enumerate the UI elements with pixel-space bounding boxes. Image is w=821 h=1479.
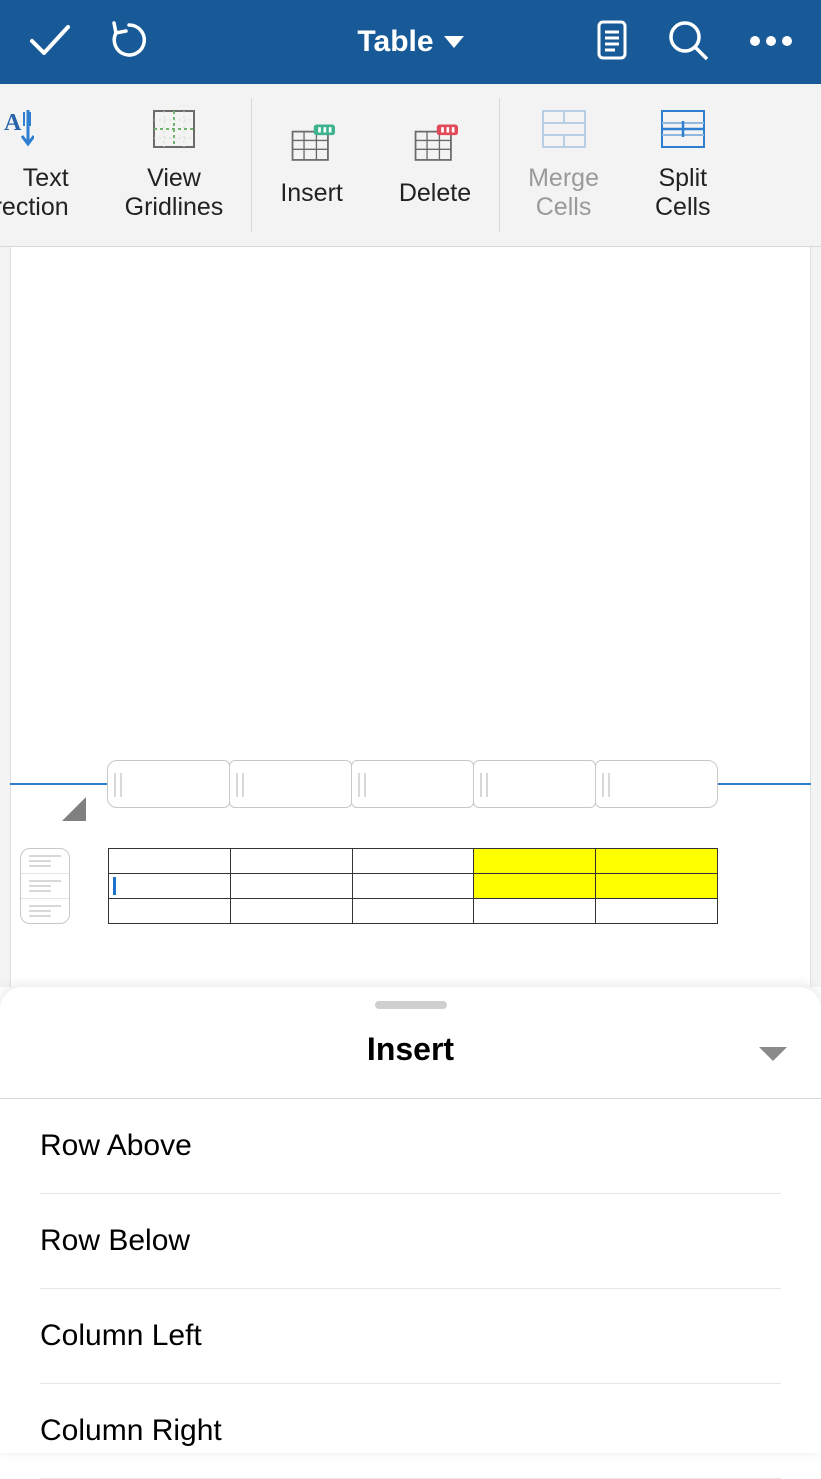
row-handles[interactable] [20, 848, 70, 924]
table-cell[interactable] [109, 849, 231, 874]
search-icon[interactable] [667, 19, 709, 66]
undo-icon[interactable] [108, 19, 150, 66]
view-gridlines-button[interactable]: View Gridlines [97, 84, 252, 246]
insert-table-icon [289, 123, 335, 165]
column-handle[interactable] [229, 760, 352, 808]
chevron-down-icon [444, 36, 464, 48]
table-cell[interactable] [109, 874, 231, 899]
view-gridlines-label-2: Gridlines [125, 193, 224, 222]
sheet-option[interactable]: Column Left [40, 1289, 781, 1384]
table-cell[interactable] [596, 849, 718, 874]
table-row[interactable] [109, 849, 718, 874]
sheet-option[interactable]: Row Above [40, 1099, 781, 1194]
table-cell[interactable] [474, 849, 596, 874]
row-handle[interactable] [21, 849, 69, 873]
sheet-grabber[interactable] [375, 1001, 447, 1009]
split-cells-label-2: Cells [655, 193, 711, 222]
merge-cells-button: Merge Cells [500, 84, 627, 246]
titlebar: Table [0, 0, 821, 84]
table-cell[interactable] [352, 899, 474, 924]
table-cell[interactable] [596, 874, 718, 899]
ribbon: A Text Direction View Gridlines Insert D… [0, 84, 821, 247]
split-cells-button[interactable]: Split Cells [627, 84, 739, 246]
view-gridlines-label-1: View [125, 164, 224, 193]
view-gridlines-icon [151, 108, 197, 150]
sheet-option[interactable]: Row Below [40, 1194, 781, 1289]
merge-cells-icon [541, 108, 587, 150]
delete-table-icon [412, 123, 458, 165]
insert-sheet: Insert Row AboveRow BelowColumn LeftColu… [0, 987, 821, 1453]
merge-cells-label-1: Merge [528, 164, 599, 193]
sheet-title: Insert [367, 1031, 454, 1067]
row-handle[interactable] [21, 873, 69, 898]
delete-label: Delete [399, 179, 471, 208]
insert-button[interactable]: Insert [252, 84, 371, 246]
delete-button[interactable]: Delete [371, 84, 499, 246]
table-cell[interactable] [596, 899, 718, 924]
table-cell[interactable] [230, 849, 352, 874]
column-handle[interactable] [473, 760, 596, 808]
table-cell[interactable] [352, 849, 474, 874]
more-icon[interactable] [749, 33, 793, 51]
done-check-icon[interactable] [28, 23, 72, 62]
table-cell[interactable] [352, 874, 474, 899]
collapse-chevron-icon[interactable] [759, 1047, 787, 1061]
text-direction-button[interactable]: A Text Direction [0, 84, 97, 246]
reading-view-icon[interactable] [597, 20, 627, 65]
table-select-all-handle[interactable] [62, 797, 86, 821]
document-table[interactable] [108, 848, 718, 924]
svg-text:A: A [4, 110, 22, 136]
sheet-header: Insert [0, 1009, 821, 1099]
sheet-option-list: Row AboveRow BelowColumn LeftColumn Righ… [0, 1099, 821, 1479]
column-handle[interactable] [595, 760, 718, 808]
table-cell[interactable] [230, 874, 352, 899]
text-direction-label-2: Direction [0, 193, 69, 222]
row-handle[interactable] [21, 898, 69, 923]
text-cursor [113, 877, 116, 895]
table-cell[interactable] [474, 899, 596, 924]
column-handle[interactable] [351, 760, 474, 808]
table-cell[interactable] [474, 874, 596, 899]
ribbon-tab-label: Table [357, 25, 433, 59]
insert-label: Insert [280, 179, 343, 208]
sheet-option[interactable]: Column Right [40, 1384, 781, 1479]
text-direction-icon: A [0, 108, 42, 150]
split-cells-icon [660, 108, 706, 150]
table-row[interactable] [109, 874, 718, 899]
merge-cells-label-2: Cells [528, 193, 599, 222]
column-handle[interactable] [107, 760, 230, 808]
table-cell[interactable] [230, 899, 352, 924]
table-cell[interactable] [109, 899, 231, 924]
column-handles[interactable] [108, 760, 718, 808]
text-direction-label-1: Text [0, 164, 69, 193]
table-row[interactable] [109, 899, 718, 924]
split-cells-label-1: Split [655, 164, 711, 193]
